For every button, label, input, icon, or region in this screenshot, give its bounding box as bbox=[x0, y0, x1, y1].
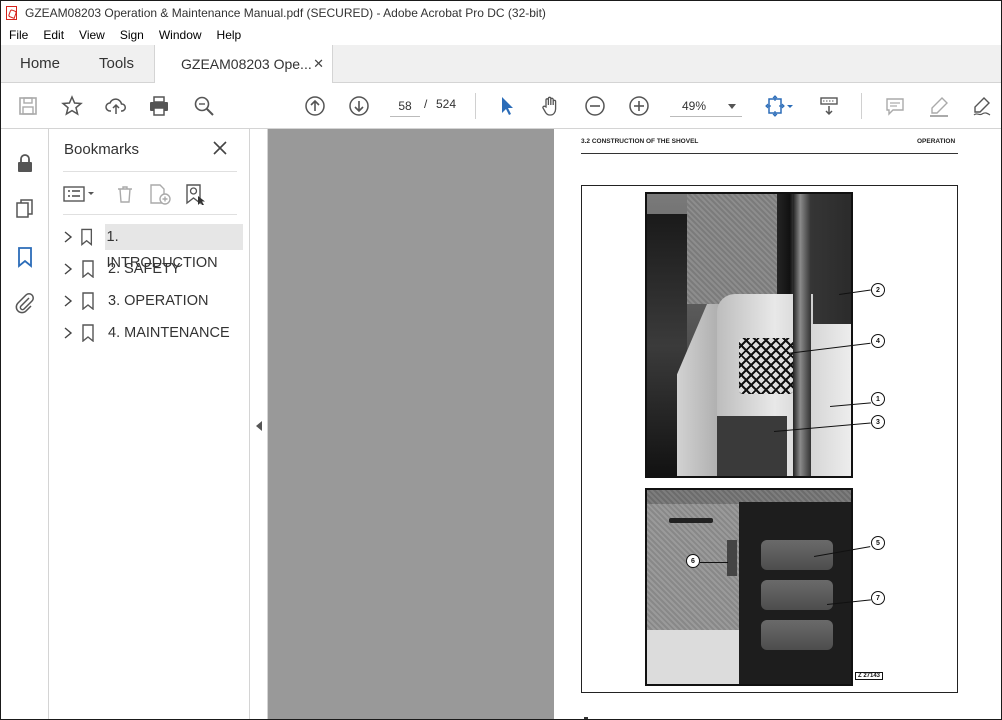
menu-window[interactable]: Window bbox=[152, 28, 210, 42]
zoom-out-icon[interactable] bbox=[582, 93, 608, 119]
toolbar-divider bbox=[861, 93, 862, 119]
chevron-right-icon[interactable] bbox=[61, 262, 75, 276]
panel-splitter[interactable] bbox=[250, 129, 268, 719]
save-icon[interactable] bbox=[15, 93, 41, 119]
callout-2: 2 bbox=[871, 283, 885, 297]
tab-home[interactable]: Home bbox=[1, 45, 79, 82]
bookmarks-toolbar bbox=[63, 171, 237, 215]
new-bookmark-icon[interactable] bbox=[148, 182, 172, 206]
bookmark-icon bbox=[82, 324, 94, 342]
callout-5: 5 bbox=[871, 536, 885, 550]
fit-page-icon[interactable] bbox=[761, 93, 797, 119]
callout-3: 3 bbox=[871, 415, 885, 429]
bookmark-label: 2. SAFETY bbox=[108, 261, 181, 277]
lock-icon[interactable] bbox=[13, 151, 37, 175]
next-page-icon[interactable] bbox=[346, 93, 372, 119]
menu-help[interactable]: Help bbox=[210, 28, 250, 42]
bookmark-item-operation[interactable]: 3. OPERATION bbox=[59, 287, 243, 315]
menu-edit[interactable]: Edit bbox=[36, 28, 72, 42]
bookmark-item-safety[interactable]: 2. SAFETY bbox=[59, 255, 243, 283]
upload-cloud-icon[interactable] bbox=[103, 93, 129, 119]
print-icon[interactable] bbox=[146, 93, 172, 119]
star-icon[interactable] bbox=[59, 93, 85, 119]
bookmarks-panel: Bookmarks 1. INTRODUCTION 2. SAFETY 3. O… bbox=[49, 129, 250, 719]
menu-bar: File Edit View Sign Window Help bbox=[1, 25, 1001, 45]
header-rule bbox=[581, 153, 958, 154]
window-title: GZEAM08203 Operation & Maintenance Manua… bbox=[25, 6, 546, 20]
main-toolbar: 58 / 524 49% bbox=[1, 83, 1001, 129]
figure-reference: Z 27143 bbox=[855, 672, 884, 680]
tab-document[interactable]: GZEAM08203 Ope... ✕ bbox=[155, 45, 333, 83]
collapse-panel-icon[interactable] bbox=[256, 421, 262, 431]
zoom-search-icon[interactable] bbox=[191, 93, 217, 119]
toolbar-divider bbox=[475, 93, 476, 119]
tab-close-icon[interactable]: ✕ bbox=[313, 56, 324, 72]
find-bookmark-icon[interactable] bbox=[184, 182, 208, 206]
select-cursor-icon[interactable] bbox=[494, 93, 520, 119]
bookmarks-panel-title: Bookmarks bbox=[64, 141, 140, 158]
zoom-level-value: 49% bbox=[682, 99, 707, 113]
zoom-level-select[interactable]: 49% bbox=[670, 95, 742, 117]
highlight-pen-icon[interactable] bbox=[926, 93, 952, 119]
bookmark-item-introduction[interactable]: 1. INTRODUCTION bbox=[59, 223, 243, 271]
comment-icon[interactable] bbox=[882, 93, 908, 119]
page-header-chapter: OPERATION bbox=[917, 138, 956, 145]
draw-sign-icon[interactable] bbox=[969, 93, 995, 119]
callout-7: 7 bbox=[871, 591, 885, 605]
callout-4: 4 bbox=[871, 334, 885, 348]
page-header-section: 3.2 CONSTRUCTION OF THE SHOVEL bbox=[581, 138, 699, 145]
page-footer-mark bbox=[584, 717, 588, 719]
tab-bar: Home Tools GZEAM08203 Ope... ✕ bbox=[1, 45, 1001, 83]
chevron-right-icon[interactable] bbox=[61, 326, 75, 340]
bookmark-icon bbox=[81, 228, 93, 246]
hand-tool-icon[interactable] bbox=[538, 93, 564, 119]
menu-view[interactable]: View bbox=[72, 28, 113, 42]
pages-thumbnails-icon[interactable] bbox=[13, 197, 37, 221]
document-viewport[interactable]: 3.2 CONSTRUCTION OF THE SHOVEL OPERATION bbox=[268, 129, 1001, 719]
navigation-rail bbox=[1, 129, 49, 719]
page-separator: / bbox=[424, 97, 428, 111]
bookmark-panel-icon[interactable] bbox=[13, 245, 37, 269]
bookmark-label: 3. OPERATION bbox=[108, 293, 209, 309]
bookmark-item-maintenance[interactable]: 4. MAINTENANCE bbox=[59, 319, 243, 347]
callout-6: 6 bbox=[686, 554, 700, 568]
storage-compartment-photo bbox=[645, 488, 853, 686]
tab-document-label: GZEAM08203 Ope... bbox=[181, 56, 312, 72]
close-icon[interactable] bbox=[211, 139, 229, 157]
page-number-input[interactable]: 58 bbox=[390, 95, 420, 117]
title-bar: GZEAM08203 Operation & Maintenance Manua… bbox=[1, 1, 1001, 25]
bookmark-label: 1. INTRODUCTION bbox=[104, 224, 243, 271]
bookmark-label: 4. MAINTENANCE bbox=[108, 325, 230, 341]
previous-page-icon[interactable] bbox=[302, 93, 328, 119]
chevron-right-icon[interactable] bbox=[61, 294, 75, 308]
callout-1: 1 bbox=[871, 392, 885, 406]
scroll-mode-icon[interactable] bbox=[816, 93, 842, 119]
cab-interior-photo bbox=[645, 192, 853, 478]
total-pages: 524 bbox=[436, 97, 457, 111]
zoom-in-icon[interactable] bbox=[626, 93, 652, 119]
delete-bookmark-icon[interactable] bbox=[115, 182, 135, 206]
chevron-right-icon[interactable] bbox=[61, 230, 74, 244]
tab-tools[interactable]: Tools bbox=[79, 45, 155, 82]
bookmark-options-icon[interactable] bbox=[63, 182, 97, 206]
menu-sign[interactable]: Sign bbox=[113, 28, 152, 42]
acrobat-icon bbox=[5, 6, 19, 20]
pdf-page: 3.2 CONSTRUCTION OF THE SHOVEL OPERATION bbox=[554, 129, 1001, 719]
bookmark-icon bbox=[82, 260, 94, 278]
chevron-down-icon bbox=[728, 104, 736, 109]
figure-frame: 2 4 1 3 5 6 7 Z 27143 bbox=[581, 185, 958, 693]
menu-file[interactable]: File bbox=[1, 28, 36, 42]
bookmark-icon bbox=[82, 292, 94, 310]
attachment-paperclip-icon[interactable] bbox=[13, 291, 37, 315]
